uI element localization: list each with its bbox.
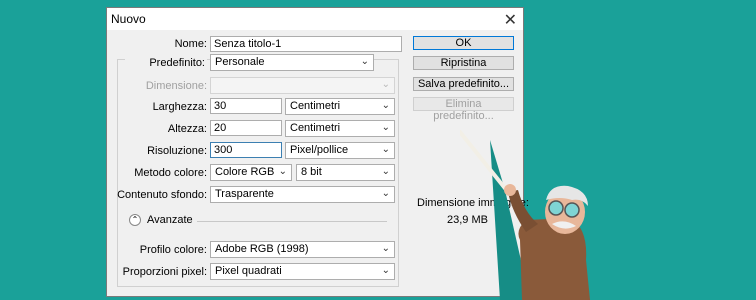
chevron-down-icon: ⌄ <box>381 188 390 199</box>
pixel-aspect-value: Pixel quadrati <box>215 265 282 277</box>
color-profile-select[interactable]: Adobe RGB (1998) ⌄ <box>210 241 395 258</box>
background-contents-label: Contenuto sfondo: <box>117 189 207 201</box>
resolution-label: Risoluzione: <box>147 145 207 157</box>
size-preset-label: Dimensione: <box>145 80 207 92</box>
glasses-right <box>564 202 580 218</box>
chevron-down-icon: ⌄ <box>381 79 390 90</box>
width-unit-value: Centimetri <box>290 100 341 112</box>
chevron-down-icon: ⌄ <box>381 100 390 111</box>
dialog-title: Nuovo <box>111 12 146 26</box>
collapse-toggle-icon[interactable]: ⌃ <box>129 214 141 226</box>
preset-label: Predefinito: <box>125 57 207 69</box>
background-contents-select[interactable]: Trasparente ⌄ <box>210 186 395 203</box>
reset-button[interactable]: Ripristina <box>413 56 514 70</box>
chevron-down-icon: ⌄ <box>381 122 390 133</box>
chevron-down-icon: ⌄ <box>381 166 390 177</box>
hand-shape <box>504 184 516 196</box>
chevron-down-icon: ⌄ <box>278 166 287 177</box>
close-icon[interactable]: ✕ <box>504 10 517 30</box>
name-input[interactable]: Senza titolo-1 <box>210 36 402 52</box>
width-unit-select[interactable]: Centimetri ⌄ <box>285 98 395 115</box>
delete-preset-button: Elimina predefinito... <box>413 97 514 122</box>
chevron-down-icon: ⌄ <box>381 243 390 254</box>
advanced-label: Avanzate <box>147 214 193 226</box>
height-input[interactable]: 20 <box>210 120 282 136</box>
height-unit-value: Centimetri <box>290 122 341 134</box>
bit-depth-value: 8 bit <box>301 166 322 178</box>
save-preset-button[interactable]: Salva predefinito... <box>413 77 514 91</box>
preset-select[interactable]: Personale ⌄ <box>210 54 374 71</box>
resolution-unit-select[interactable]: Pixel/pollice ⌄ <box>285 142 395 159</box>
title-bar: Nuovo ✕ <box>107 8 523 30</box>
background-contents-value: Trasparente <box>215 188 274 200</box>
width-label: Larghezza: <box>152 101 207 113</box>
pointer-stick <box>460 130 510 194</box>
color-mode-value: Colore RGB <box>215 166 275 178</box>
pixel-aspect-label: Proporzioni pixel: <box>122 266 207 278</box>
size-preset-select: ⌄ <box>210 77 395 94</box>
resolution-unit-value: Pixel/pollice <box>290 144 349 156</box>
color-profile-value: Adobe RGB (1998) <box>215 243 309 255</box>
color-mode-label: Metodo colore: <box>134 167 207 179</box>
pixel-aspect-select[interactable]: Pixel quadrati ⌄ <box>210 263 395 280</box>
preset-value: Personale <box>215 56 265 68</box>
bit-depth-select[interactable]: 8 bit ⌄ <box>296 164 395 181</box>
advanced-divider <box>197 221 387 222</box>
height-label: Altezza: <box>167 123 207 135</box>
ok-button[interactable]: OK <box>413 36 514 50</box>
glasses-left <box>548 200 564 216</box>
height-unit-select[interactable]: Centimetri ⌄ <box>285 120 395 137</box>
color-profile-label: Profilo colore: <box>139 244 207 256</box>
color-mode-select[interactable]: Colore RGB ⌄ <box>210 164 292 181</box>
professor-illustration <box>460 130 590 300</box>
chevron-down-icon: ⌄ <box>381 265 390 276</box>
resolution-input[interactable]: 300 <box>210 142 282 158</box>
chevron-down-icon: ⌄ <box>381 144 390 155</box>
name-label: Nome: <box>174 38 207 50</box>
chevron-down-icon: ⌄ <box>360 56 369 67</box>
width-input[interactable]: 30 <box>210 98 282 114</box>
